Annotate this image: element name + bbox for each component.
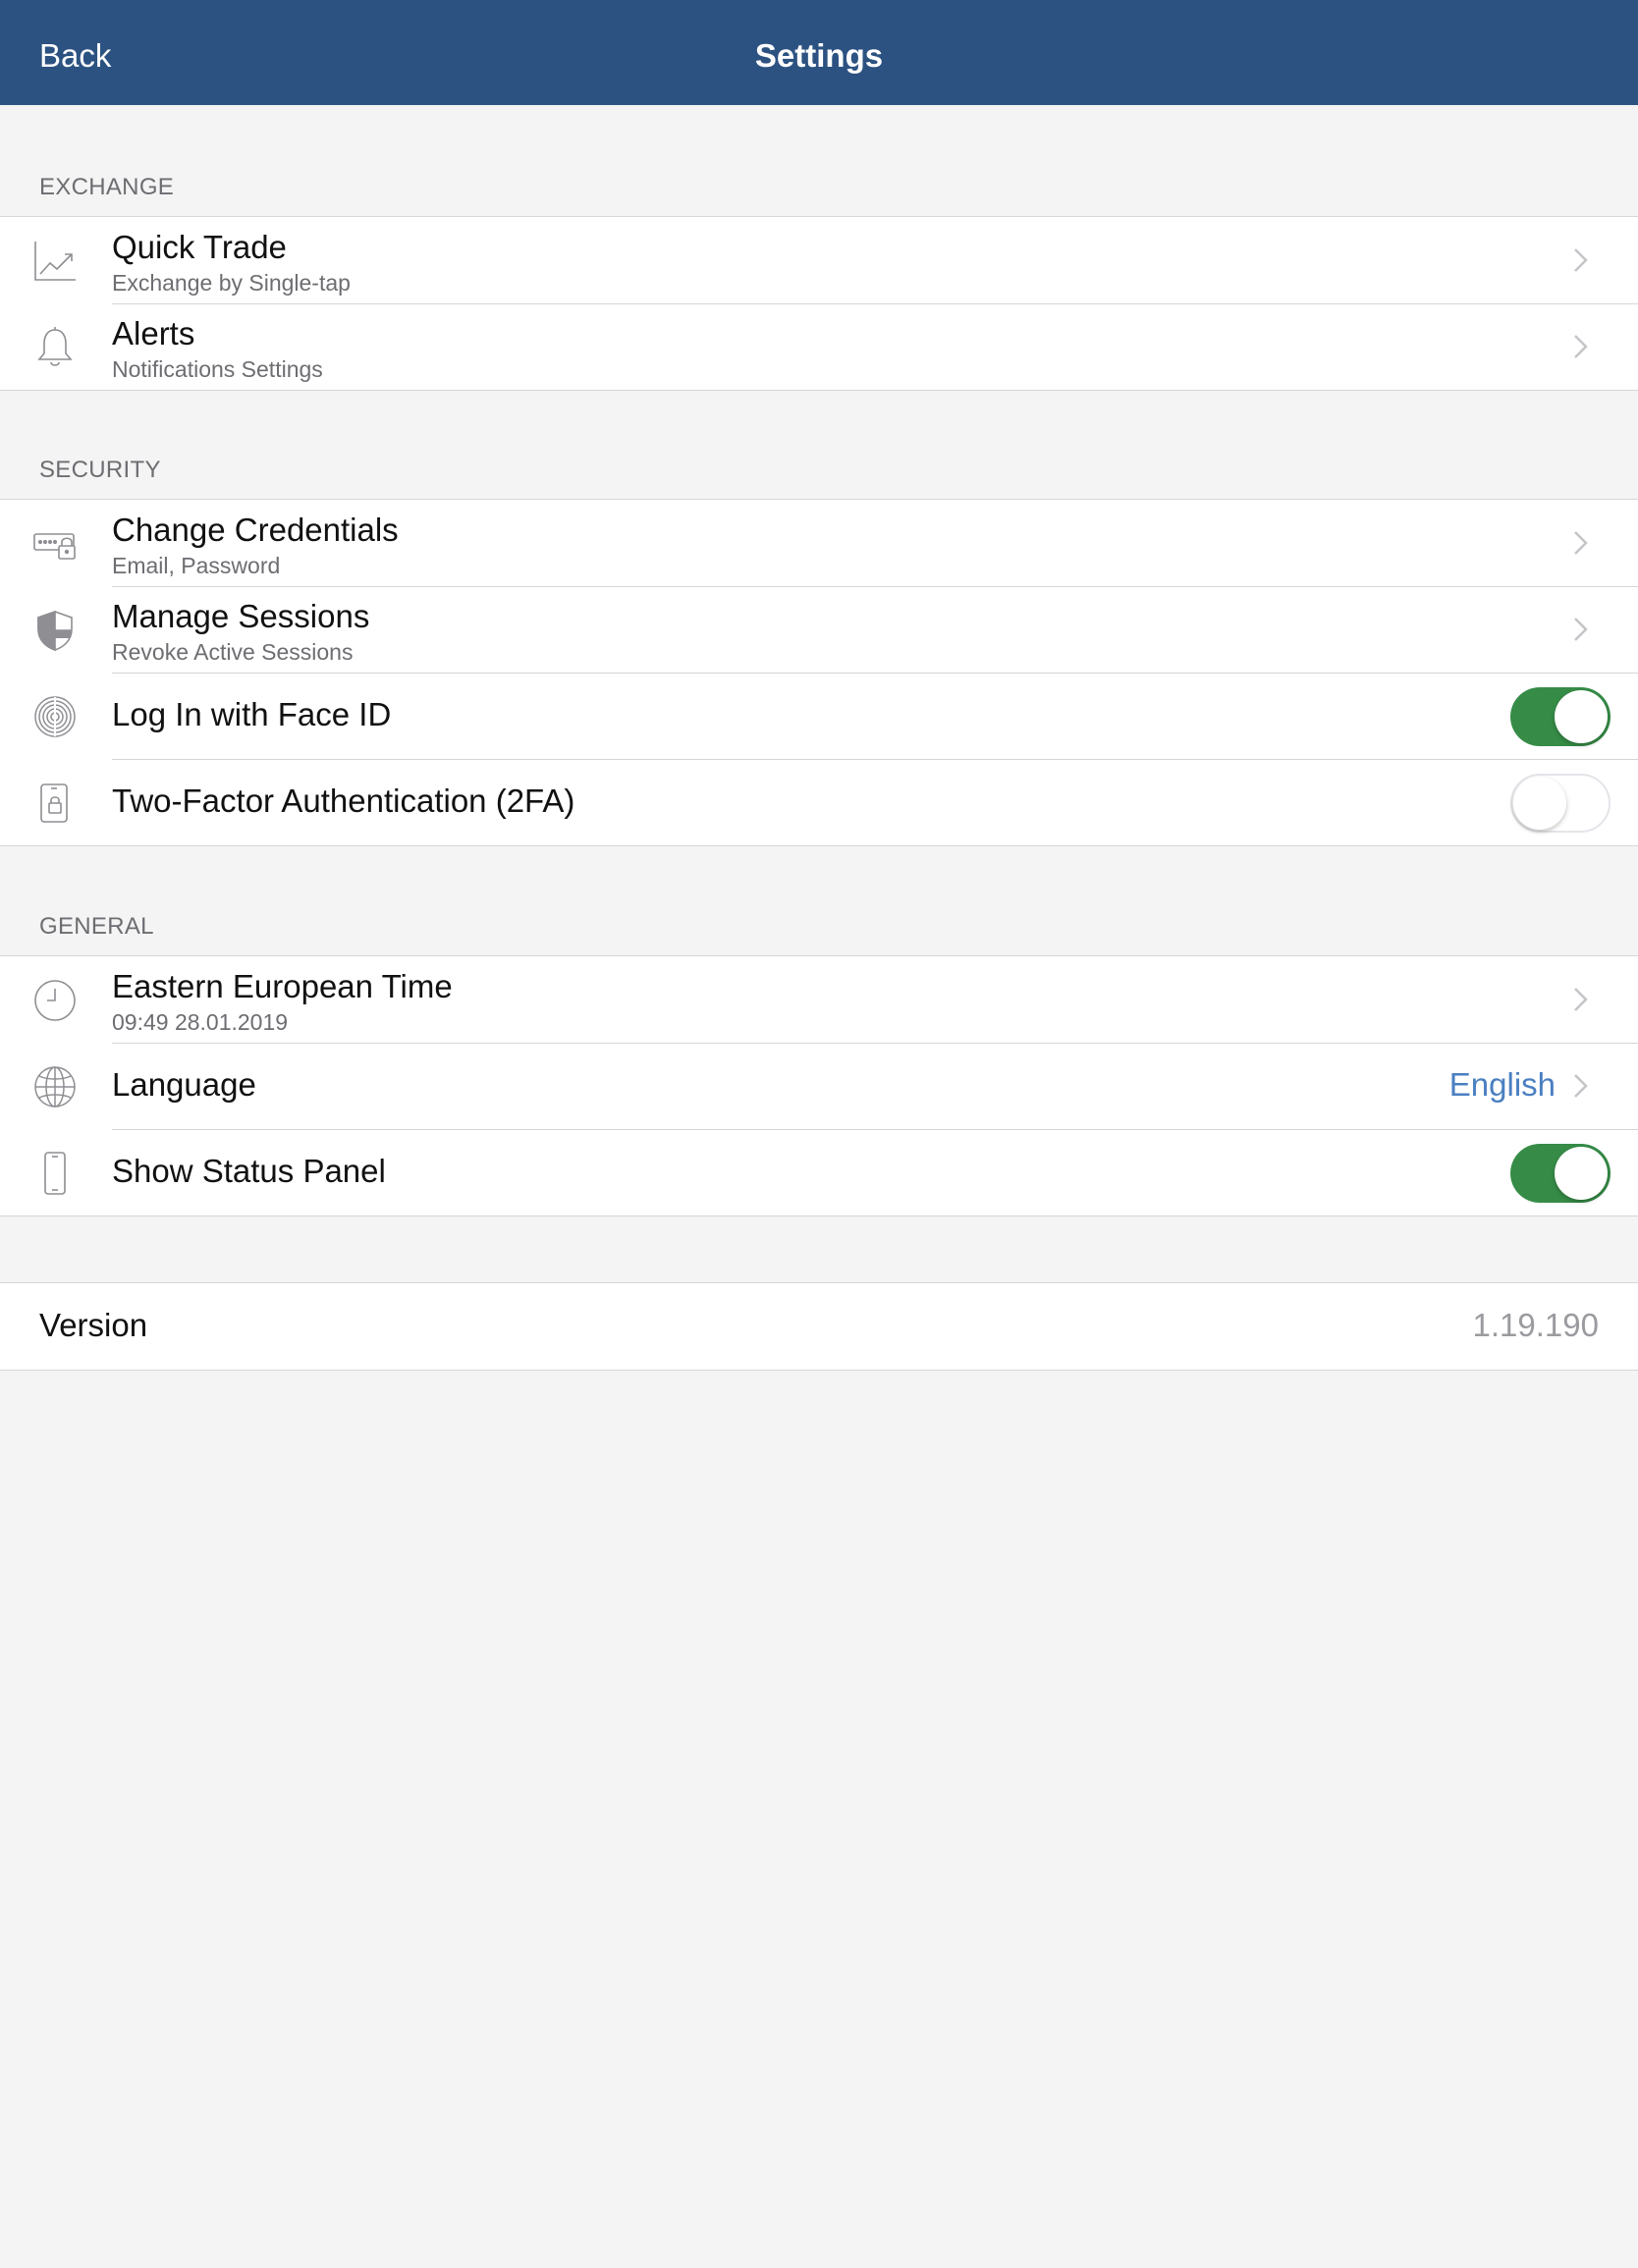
chevron-right-icon	[1571, 332, 1591, 361]
quick-trade-row[interactable]: Quick Trade Exchange by Single-tap	[0, 217, 1638, 303]
time-zone-subtitle: 09:49 28.01.2019	[112, 1009, 289, 1035]
globe-icon	[32, 1064, 78, 1109]
language-row[interactable]: Language English	[0, 1043, 1638, 1129]
status-panel-row: Show Status Panel	[0, 1129, 1638, 1215]
toggle-knob	[1513, 777, 1566, 830]
version-row: Version 1.19.190	[0, 1283, 1638, 1370]
section-header-security: SECURITY	[39, 457, 161, 483]
toggle-knob	[1555, 1147, 1608, 1200]
clock-icon	[32, 978, 78, 1023]
language-title: Language	[112, 1066, 256, 1103]
password-lock-icon	[32, 521, 78, 567]
change-credentials-title: Change Credentials	[112, 512, 399, 548]
page-title: Settings	[754, 37, 884, 74]
two-factor-row: Two-Factor Authentication (2FA)	[0, 759, 1638, 845]
change-credentials-subtitle: Email, Password	[112, 553, 281, 578]
phone-icon	[32, 1151, 78, 1196]
version-group: Version 1.19.190	[0, 1282, 1638, 1371]
navigation-bar: Back Settings	[0, 0, 1638, 105]
bell-icon	[32, 325, 78, 370]
fingerprint-icon	[32, 694, 78, 739]
chevron-right-icon	[1571, 528, 1591, 558]
phone-lock-icon	[32, 781, 78, 826]
chevron-right-icon	[1571, 985, 1591, 1014]
alerts-row[interactable]: Alerts Notifications Settings	[0, 303, 1638, 390]
quick-trade-subtitle: Exchange by Single-tap	[112, 270, 351, 296]
manage-sessions-subtitle: Revoke Active Sessions	[112, 639, 354, 665]
alerts-title: Alerts	[112, 315, 195, 351]
face-id-toggle[interactable]	[1510, 687, 1611, 746]
manage-sessions-row[interactable]: Manage Sessions Revoke Active Sessions	[0, 586, 1638, 673]
language-value: English	[1448, 1066, 1556, 1103]
chevron-right-icon	[1571, 1071, 1591, 1101]
quick-trade-title: Quick Trade	[112, 229, 287, 265]
exchange-group: Quick Trade Exchange by Single-tap Alert…	[0, 216, 1638, 391]
chart-trend-icon	[32, 239, 78, 284]
toggle-knob	[1555, 690, 1608, 743]
shield-icon	[32, 608, 78, 653]
two-factor-toggle[interactable]	[1510, 774, 1611, 833]
chevron-right-icon	[1571, 615, 1591, 644]
security-group: Change Credentials Email, Password Manag…	[0, 499, 1638, 846]
change-credentials-row[interactable]: Change Credentials Email, Password	[0, 500, 1638, 586]
time-zone-title: Eastern European Time	[112, 968, 453, 1004]
version-label: Version	[39, 1307, 148, 1343]
status-panel-toggle[interactable]	[1510, 1144, 1611, 1203]
section-header-exchange: EXCHANGE	[39, 174, 175, 200]
section-header-general: GENERAL	[39, 913, 154, 940]
chevron-right-icon	[1571, 245, 1591, 275]
two-factor-title: Two-Factor Authentication (2FA)	[112, 783, 575, 819]
time-zone-row[interactable]: Eastern European Time 09:49 28.01.2019	[0, 956, 1638, 1043]
face-id-title: Log In with Face ID	[112, 696, 392, 732]
general-group: Eastern European Time 09:49 28.01.2019 L…	[0, 955, 1638, 1216]
face-id-row: Log In with Face ID	[0, 673, 1638, 759]
status-panel-title: Show Status Panel	[112, 1153, 386, 1189]
manage-sessions-title: Manage Sessions	[112, 598, 370, 634]
alerts-subtitle: Notifications Settings	[112, 356, 323, 382]
version-value: 1.19.190	[1472, 1307, 1599, 1343]
